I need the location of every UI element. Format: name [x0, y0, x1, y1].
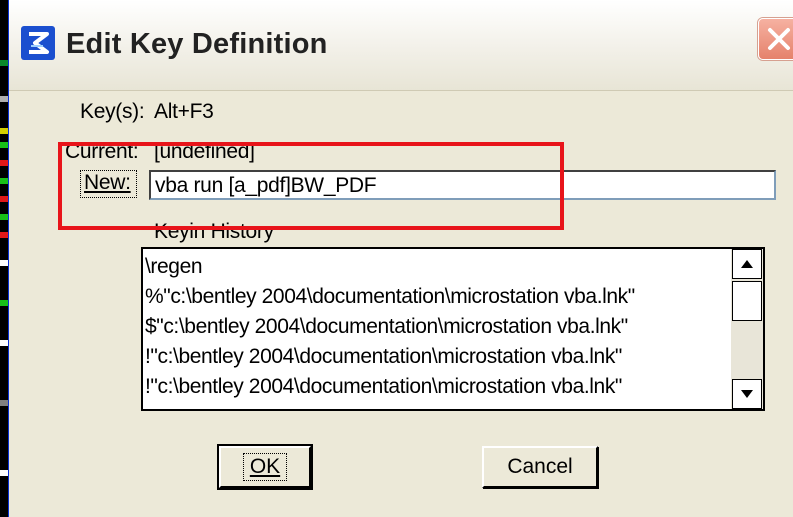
history-item[interactable]: !"c:\bentley 2004\documentation\microsta…: [145, 342, 729, 372]
ok-button[interactable]: OK: [217, 444, 313, 490]
close-button[interactable]: [758, 18, 793, 60]
edit-key-definition-dialog: Edit Key Definition Key(s): Alt+F3 Curre…: [8, 0, 793, 517]
history-item[interactable]: \regen: [145, 252, 729, 282]
scroll-down-arrow-icon: [741, 390, 753, 398]
history-item[interactable]: %"c:\bentley 2004\documentation\microsta…: [145, 282, 729, 312]
history-scrollbar[interactable]: [731, 249, 763, 409]
background-app-strip: [0, 0, 8, 517]
history-item[interactable]: !"c:\bentley 2004\documentation\microsta…: [145, 372, 729, 402]
microstation-icon: [21, 26, 55, 60]
ok-button-label: OK: [242, 453, 288, 481]
close-icon: [768, 28, 790, 50]
current-label: Current:: [65, 140, 139, 163]
scroll-up-button[interactable]: [732, 249, 762, 279]
keyin-history-list[interactable]: \regen %"c:\bentley 2004\documentation\mi…: [141, 247, 765, 411]
keys-value: Alt+F3: [154, 100, 214, 123]
scroll-thumb[interactable]: [732, 281, 762, 321]
current-value: [undefined]: [154, 140, 255, 163]
keys-label: Key(s):: [80, 100, 145, 123]
cancel-button[interactable]: Cancel: [482, 446, 598, 488]
scroll-down-button[interactable]: [732, 379, 762, 409]
keyin-history-label: Keyin History: [154, 220, 274, 243]
history-item[interactable]: $"c:\bentley 2004\documentation\microsta…: [145, 312, 729, 342]
scroll-up-arrow-icon: [741, 260, 753, 268]
history-items: \regen %"c:\bentley 2004\documentation\mi…: [143, 249, 729, 402]
title-bar[interactable]: Edit Key Definition: [9, 0, 793, 91]
new-keyin-input[interactable]: [149, 170, 776, 200]
new-label: New:: [84, 171, 131, 194]
window-title: Edit Key Definition: [66, 28, 328, 60]
